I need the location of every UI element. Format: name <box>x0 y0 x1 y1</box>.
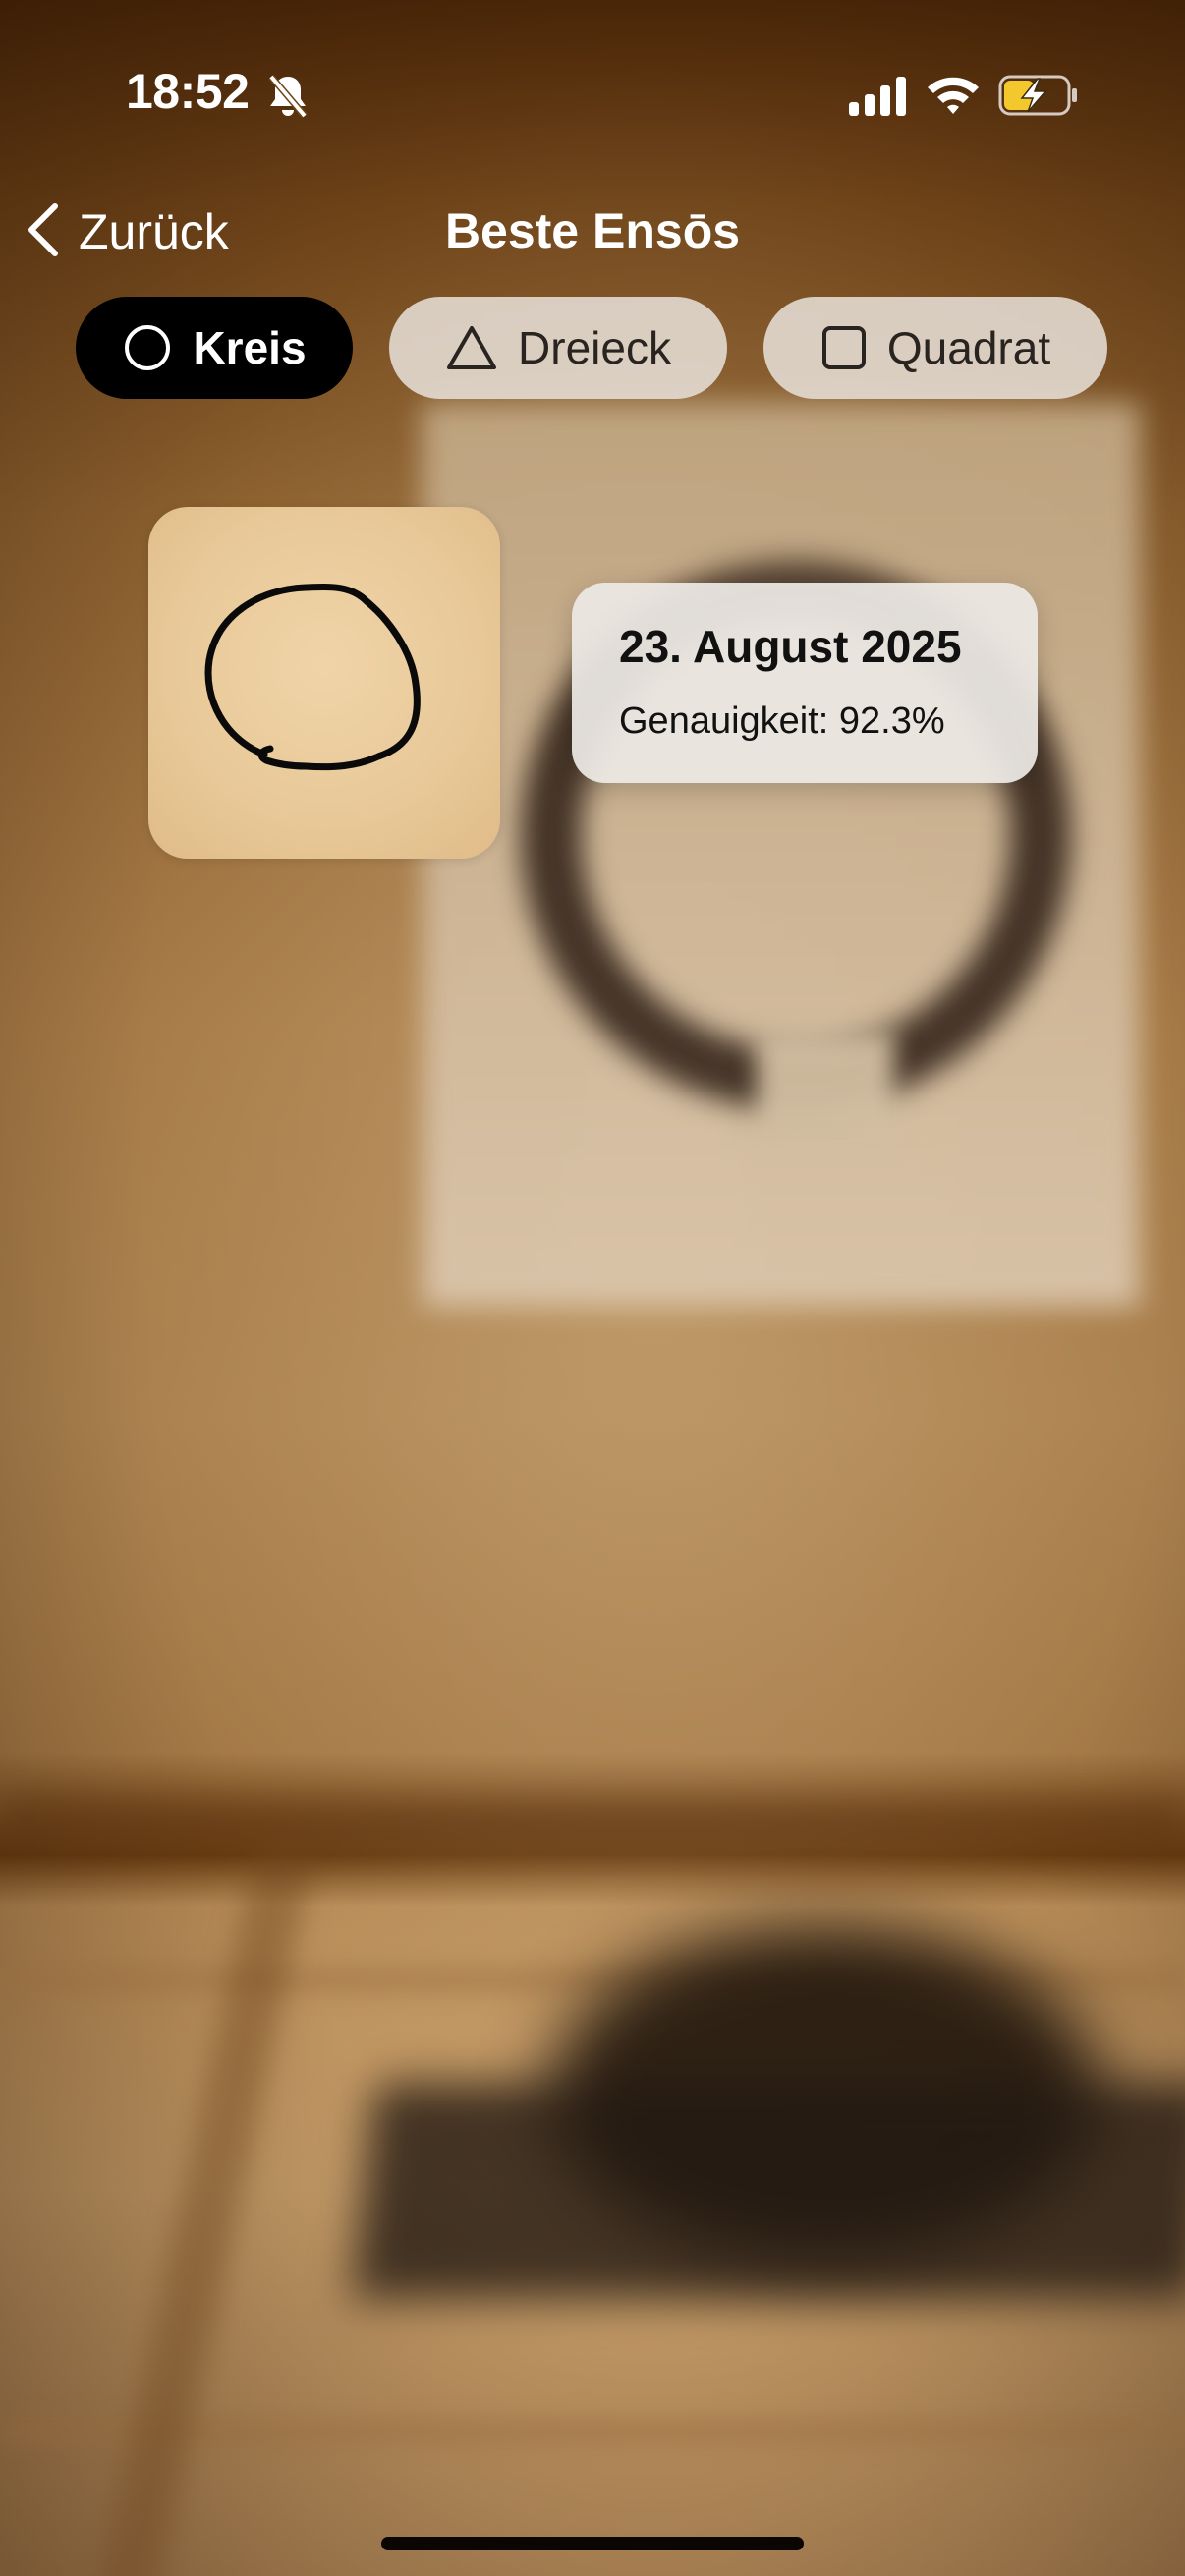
tab-label: Dreieck <box>518 322 671 373</box>
background-enso-gap <box>757 1032 894 1140</box>
enso-accuracy: Genauigkeit: 92.3% <box>619 700 945 742</box>
enso-info-bubble: 23. August 2025 Genauigkeit: 92.3% <box>572 583 1038 783</box>
enso-date: 23. August 2025 <box>619 621 962 672</box>
tab-triangle[interactable]: Dreieck <box>389 297 727 399</box>
square-icon <box>820 324 868 371</box>
status-bar: 18:52 <box>0 0 1185 177</box>
tab-label: Kreis <box>193 322 307 373</box>
background-floor-line <box>0 1798 1185 1847</box>
tab-label: Quadrat <box>886 322 1051 373</box>
hand-drawn-circle-icon <box>204 584 421 771</box>
triangle-icon <box>445 323 498 372</box>
status-time: 18:52 <box>126 64 250 119</box>
circle-icon <box>122 322 173 373</box>
cellular-signal-icon <box>849 77 908 121</box>
battery-charging-icon <box>998 75 1079 121</box>
page-title: Beste Ensōs <box>444 203 741 258</box>
bell-muted-icon <box>267 73 309 125</box>
wifi-icon <box>926 73 981 121</box>
tab-square[interactable]: Quadrat <box>763 297 1107 399</box>
home-indicator[interactable] <box>381 2537 804 2550</box>
screen: 18:52 Zurück Beste Ensōs Kreis Dreieck Q… <box>0 0 1185 2576</box>
background-mat <box>352 2083 1185 2299</box>
tab-circle[interactable]: Kreis <box>76 297 353 399</box>
enso-drawing-card[interactable] <box>148 507 500 859</box>
